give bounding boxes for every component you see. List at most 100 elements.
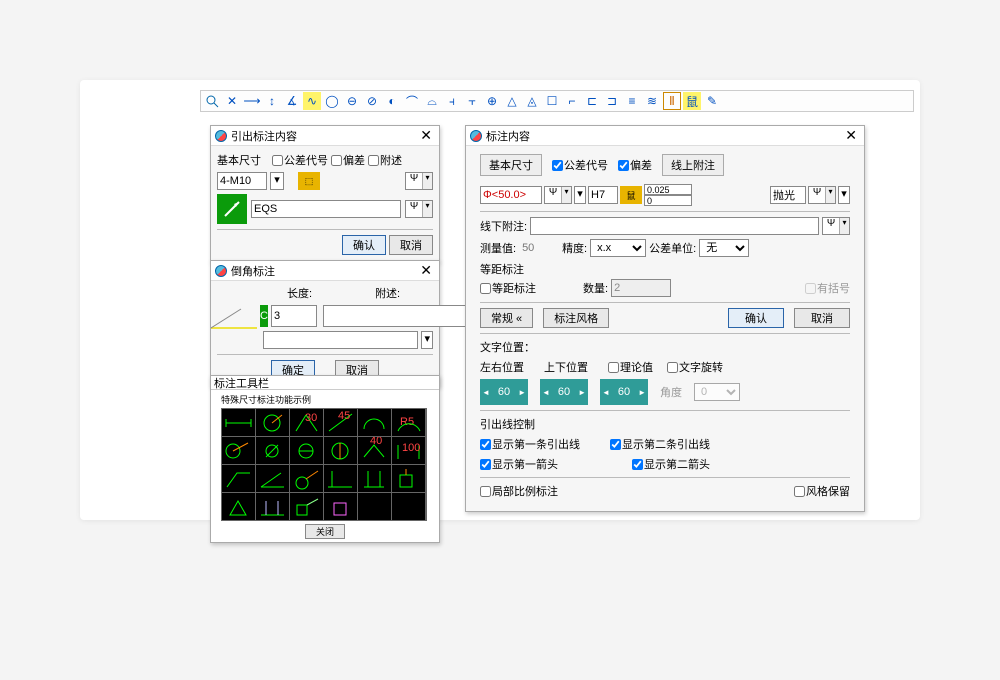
dstyle-button[interactable]: 标注风格 [543,308,609,328]
tool-icon[interactable]: ≋ [643,92,661,110]
tool-icon[interactable]: ◯ [323,92,341,110]
prec-select[interactable]: x.x [590,239,646,257]
h7-input[interactable] [588,186,618,204]
tool-icon[interactable]: ∡ [283,92,301,110]
tol-check[interactable]: 公差代号 [272,152,328,168]
dim-sample[interactable] [324,465,357,492]
close-icon[interactable]: ✕ [417,262,435,279]
size-input[interactable] [217,172,267,190]
dim-sample[interactable] [222,437,255,464]
dim-sample[interactable] [256,409,289,436]
eqd-check[interactable]: 等距标注 [480,280,580,296]
combo-input[interactable] [263,331,418,349]
dim-sample[interactable] [222,465,255,492]
l1-check[interactable]: 显示第一条引出线 [480,436,580,452]
tolunit-select[interactable]: 无 [699,239,749,257]
sym-dropdown[interactable]: Ψ▾ [544,186,572,204]
close-button[interactable]: 关闭 [305,524,345,539]
tool-icon[interactable]: ⊐ [603,92,621,110]
dim-sample[interactable] [358,465,391,492]
tool-icon[interactable]: ◐ [383,92,401,110]
dim-sample[interactable] [222,493,255,520]
tool-icon[interactable]: ∿ [303,92,321,110]
txtrot-check[interactable]: 文字旋转 [667,359,723,375]
tool-icon[interactable]: ⌒ [403,92,421,110]
ud-preview[interactable]: 60 [540,379,588,405]
gd-icon[interactable]: ⬚ [298,172,320,190]
gd-icon[interactable]: 鼠 [620,186,642,204]
dim-sample[interactable] [324,493,357,520]
tool-icon[interactable]: ⟶ [243,92,261,110]
tool-icon[interactable]: 鼠 [683,92,701,110]
tool-icon[interactable]: ⊏ [583,92,601,110]
tool-icon[interactable]: ⫞ [443,92,461,110]
polish-input[interactable] [770,186,806,204]
dim-sample[interactable]: 100 [392,437,425,464]
tool-icon[interactable]: ≡ [623,92,641,110]
th-preview[interactable]: 60 [600,379,648,405]
tool-icon[interactable] [203,92,221,110]
tool-icon[interactable]: ◬ [523,92,541,110]
dim-sample[interactable] [358,409,391,436]
upnote-tab[interactable]: 线上附注 [662,154,724,176]
normal-button[interactable]: 常规 « [480,308,533,328]
sym-dropdown[interactable]: Ψ▾ [808,186,836,204]
eqs-input[interactable] [251,200,401,218]
theory-check[interactable]: 理论值 [608,359,653,375]
dialog-title: 倒角标注 [231,263,275,279]
note-check[interactable]: 附述 [368,152,402,168]
cancel-button[interactable]: 取消 [389,235,433,255]
dim-sample[interactable] [392,465,425,492]
basic-tab[interactable]: 基本尺寸 [480,154,542,176]
local-check[interactable]: 局部比例标注 [480,483,558,499]
dim-sample[interactable]: 40 [358,437,391,464]
note-input[interactable] [323,305,471,327]
dim-sample[interactable] [358,493,391,520]
dev-check[interactable]: 偏差 [618,157,652,173]
sym-dropdown[interactable]: Ψ▾ [405,172,433,190]
tool-icon[interactable]: ✕ [223,92,241,110]
tool-icon[interactable]: Ⅱ [663,92,681,110]
ok-button[interactable]: 确认 [342,235,386,255]
tol-check[interactable]: 公差代号 [552,157,608,173]
devl-input[interactable] [644,195,692,206]
dim-sample[interactable] [256,437,289,464]
tool-icon[interactable]: ✎ [703,92,721,110]
size-input[interactable] [480,186,542,204]
sym-dropdown[interactable]: Ψ▾ [822,217,850,235]
devu-input[interactable] [644,184,692,195]
dim-sample[interactable] [324,437,357,464]
keep-check[interactable]: 风格保留 [794,483,850,499]
tool-icon[interactable]: △ [503,92,521,110]
dim-sample[interactable]: 30 [290,409,323,436]
dev-check[interactable]: 偏差 [331,152,365,168]
close-icon[interactable]: ✕ [417,127,435,144]
downnote-input[interactable] [530,217,819,235]
dim-sample[interactable]: R5 [392,409,425,436]
tool-icon[interactable]: ⫟ [463,92,481,110]
tool-icon[interactable]: ⌐ [563,92,581,110]
tool-icon[interactable]: ⌓ [423,92,441,110]
tool-icon[interactable]: ⊖ [343,92,361,110]
dim-sample[interactable]: 45 [324,409,357,436]
tool-icon[interactable]: ⊕ [483,92,501,110]
cancel-button[interactable]: 取消 [794,308,850,328]
dim-sample[interactable] [290,493,323,520]
ok-button[interactable]: 确认 [728,308,784,328]
sym-dropdown[interactable]: Ψ▾ [405,200,433,218]
dim-sample[interactable] [256,465,289,492]
tool-icon[interactable]: ↕ [263,92,281,110]
dim-sample[interactable] [392,493,425,520]
dim-sample[interactable] [256,493,289,520]
close-icon[interactable]: ✕ [842,127,860,144]
l2-check[interactable]: 显示第二条引出线 [610,436,710,452]
dim-sample[interactable] [290,437,323,464]
length-input[interactable] [271,305,317,327]
lr-preview[interactable]: 60 [480,379,528,405]
tool-icon[interactable]: ☐ [543,92,561,110]
a2-check[interactable]: 显示第二箭头 [632,456,710,472]
a1-check[interactable]: 显示第一箭头 [480,456,602,472]
tool-icon[interactable]: ⊘ [363,92,381,110]
dim-sample[interactable] [290,465,323,492]
dim-sample[interactable] [222,409,255,436]
